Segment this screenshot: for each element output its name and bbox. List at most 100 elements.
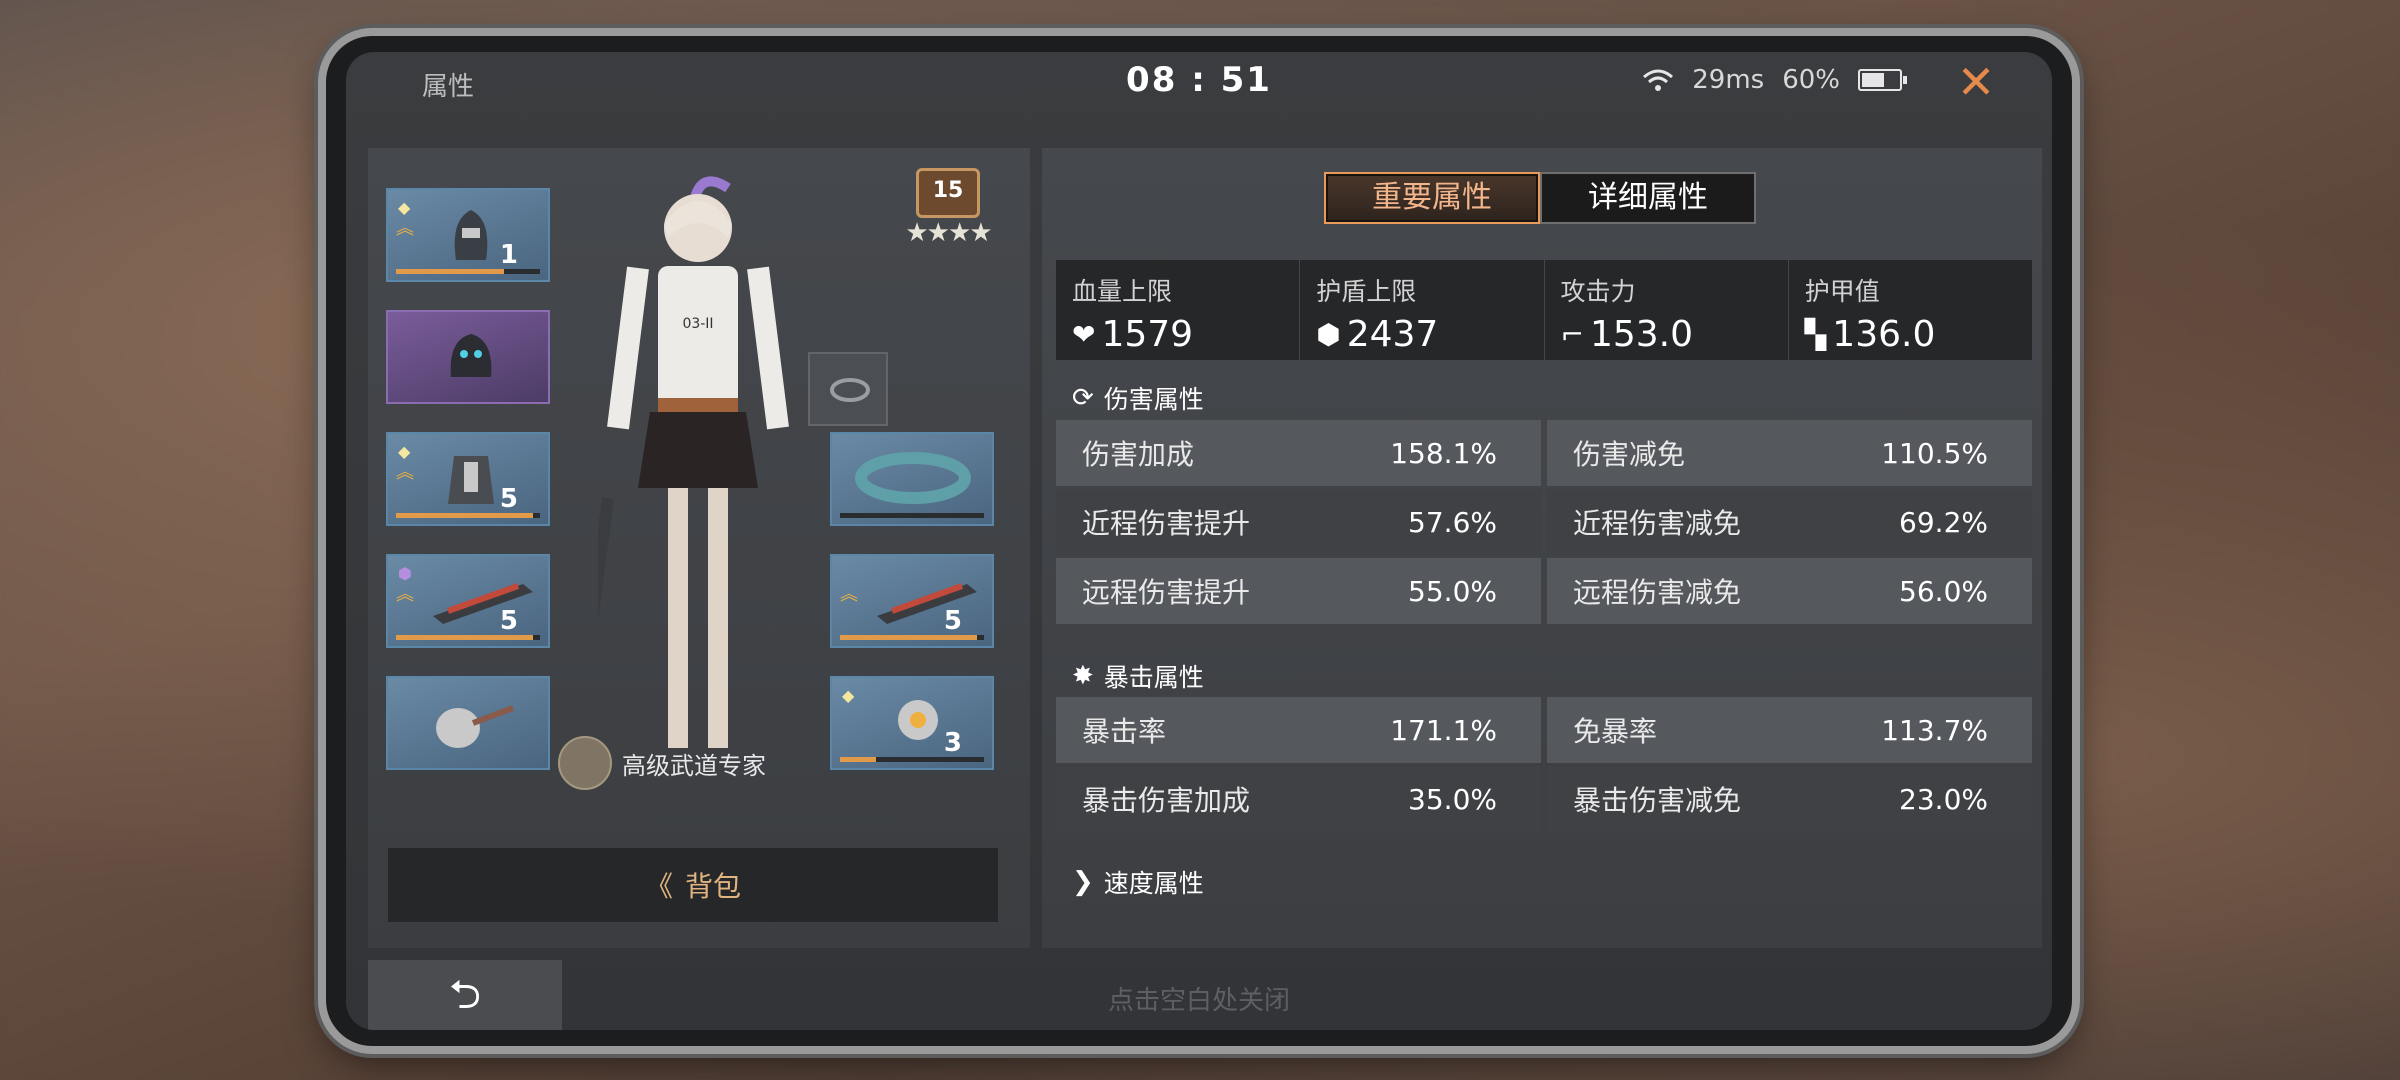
diamond-icon: ◆ xyxy=(398,198,411,217)
burst-icon: ✸ xyxy=(1072,661,1094,691)
item-level: 3 xyxy=(943,728,962,758)
stat-cell: 近程伤害减免 69.2% xyxy=(1547,489,2032,555)
diamond-icon: ◆ xyxy=(842,686,855,705)
stat-cell: 伤害减免 110.5% xyxy=(1547,420,2032,486)
rank-chevron-icon: ︽ xyxy=(396,218,414,239)
stat-cell: 暴击率 171.1% xyxy=(1056,697,1541,763)
section-critical: ✸ 暴击属性 xyxy=(1072,658,1204,694)
equip-slot-weapon-1[interactable]: ⬢ ︽ 5 xyxy=(386,554,550,648)
equip-slot-grenade[interactable]: ◆ 3 xyxy=(830,676,994,770)
diamond-icon: ◆ xyxy=(398,442,411,461)
durability-bar xyxy=(840,757,984,762)
explosion-icon xyxy=(898,700,938,740)
equip-slot-helmet[interactable]: ◆ ︽ 1 xyxy=(386,188,550,282)
durability-bar xyxy=(396,513,540,518)
close-hint[interactable]: 点击空白处关闭 xyxy=(346,980,2052,1017)
durability-bar xyxy=(840,635,984,640)
drill-icon xyxy=(436,705,515,748)
damage-icon: ⟳ xyxy=(1072,383,1094,413)
durability-bar xyxy=(840,513,984,518)
stat-row: 暴击率 171.1% 免暴率 113.7% xyxy=(1056,697,2032,763)
stat-cell: 暴击伤害加成 35.0% xyxy=(1056,766,1541,832)
stat-row: 近程伤害提升 57.6% 近程伤害减免 69.2% xyxy=(1056,489,2032,555)
network-status: 29ms 60% xyxy=(1642,65,1907,95)
stat-cell: 远程伤害减免 56.0% xyxy=(1547,558,2032,624)
double-chevron-left-icon: 《 xyxy=(644,870,673,903)
rank-badge: 15 ★★★★ xyxy=(888,168,1008,248)
section-title: 伤害属性 xyxy=(1103,385,1204,414)
ring-icon xyxy=(830,378,870,402)
rank-chevron-icon: ︽ xyxy=(396,584,414,605)
stat-label: 护盾上限 xyxy=(1316,277,1417,306)
section-title: 暴击属性 xyxy=(1103,663,1204,692)
equipment-panel: ◆ ︽ 1 ◆ ︽ 5 ⬢ ︽ 5 03-II 15 ★★★★ ︽ 5 ◆ 3 … xyxy=(368,148,1030,948)
stat-cell: 近程伤害提升 57.6% xyxy=(1056,489,1541,555)
item-level: 5 xyxy=(943,606,962,636)
backpack-button[interactable]: 《 背包 xyxy=(388,848,998,922)
wifi-icon xyxy=(1643,69,1674,91)
badge-icon: ⬢ xyxy=(398,564,412,583)
helmet-icon xyxy=(454,210,488,260)
rank-stars: ★★★★ xyxy=(905,218,992,248)
rank-level: 15 xyxy=(916,168,980,218)
stat-cell: 远程伤害提升 55.0% xyxy=(1056,558,1541,624)
expert-label: 高级武道专家 xyxy=(622,751,766,780)
stat-value: 2437 xyxy=(1346,314,1439,355)
stat-value: 153.0 xyxy=(1589,314,1694,355)
equip-slot-ring-empty[interactable] xyxy=(808,352,888,426)
durability-bar xyxy=(396,635,540,640)
durability-bar xyxy=(396,269,540,274)
ping-value: 29ms xyxy=(1692,65,1765,95)
equip-slot-gadget[interactable] xyxy=(386,676,550,770)
stat-label: 护甲值 xyxy=(1804,277,1880,306)
stat-row: 远程伤害提升 55.0% 远程伤害减免 56.0% xyxy=(1056,558,2032,624)
stat-attack: 攻击力 ⌐ 153.0 xyxy=(1545,260,1789,360)
section-damage: ⟳ 伤害属性 xyxy=(1072,380,1204,416)
gun-icon: ⌐ xyxy=(1560,318,1584,351)
shield-icon: ⬢ xyxy=(1316,318,1341,351)
stat-value: 1579 xyxy=(1101,314,1194,355)
battery-icon xyxy=(1858,69,1907,91)
heart-icon: ❤ xyxy=(1072,318,1096,351)
tablet-frame: 属性 08 : 51 29ms 60% ✕ ◆ ︽ 1 ◆ ︽ 5 ⬢ ︽ 5 … xyxy=(326,36,2072,1046)
speed-arrow-icon: ❯ xyxy=(1072,867,1094,897)
stat-label: 血量上限 xyxy=(1072,277,1173,306)
stat-row: 伤害加成 158.1% 伤害减免 110.5% xyxy=(1056,420,2032,486)
footer-bar: ⮌ 点击空白处关闭 xyxy=(346,952,2052,1030)
character-tag: 03-II xyxy=(682,316,713,332)
chainsaw-icon xyxy=(433,583,533,624)
battery-percent: 60% xyxy=(1782,65,1840,95)
tab-detailed-attributes[interactable]: 详细属性 xyxy=(1540,172,1756,224)
armor-vest-icon xyxy=(448,456,494,504)
mask-icon xyxy=(450,334,492,377)
stat-shield: 护盾上限 ⬢ 2437 xyxy=(1300,260,1545,360)
attribute-screen: 属性 08 : 51 29ms 60% ✕ ◆ ︽ 1 ◆ ︽ 5 ⬢ ︽ 5 … xyxy=(346,52,2052,1030)
stat-cell: 暴击伤害减免 23.0% xyxy=(1547,766,2032,832)
stat-cell: 伤害加成 158.1% xyxy=(1056,420,1541,486)
expert-emblem-icon xyxy=(558,736,612,790)
equip-slot-weapon-2[interactable]: ︽ 5 xyxy=(830,554,994,648)
title-badge: 高级武道专家 xyxy=(558,736,766,790)
chainsaw-icon xyxy=(877,583,977,624)
item-level: 5 xyxy=(499,484,518,514)
stat-armor: 护甲值 ▚ 136.0 xyxy=(1789,260,2032,360)
section-speed: ❯ 速度属性 xyxy=(1072,864,1204,900)
item-level: 1 xyxy=(499,240,518,270)
attribute-panel: 重要属性 详细属性 血量上限 ❤ 1579 护盾上限 ⬢ 2437 攻击力 ⌐ 153… xyxy=(1042,148,2042,948)
equip-slot-armor[interactable]: ◆ ︽ 5 xyxy=(386,432,550,526)
section-title: 速度属性 xyxy=(1103,869,1204,898)
status-bar: 属性 08 : 51 29ms 60% ✕ xyxy=(346,52,2052,108)
equip-slot-bracelet[interactable] xyxy=(830,432,994,526)
stat-hp: 血量上限 ❤ 1579 xyxy=(1056,260,1301,360)
close-button[interactable]: ✕ xyxy=(1952,58,2000,106)
stat-row: 暴击伤害加成 35.0% 暴击伤害减免 23.0% xyxy=(1056,766,2032,832)
rank-chevron-icon: ︽ xyxy=(840,584,858,605)
item-level: 5 xyxy=(499,606,518,636)
backpack-label: 背包 xyxy=(685,870,742,903)
tab-key-attributes[interactable]: 重要属性 xyxy=(1324,172,1540,224)
character-portrait: 03-II xyxy=(598,176,789,748)
bracelet-icon xyxy=(855,452,971,504)
stat-cell: 免暴率 113.7% xyxy=(1547,697,2032,763)
equip-slot-mask[interactable] xyxy=(386,310,550,404)
attribute-tabs: 重要属性 详细属性 xyxy=(1324,172,1756,224)
